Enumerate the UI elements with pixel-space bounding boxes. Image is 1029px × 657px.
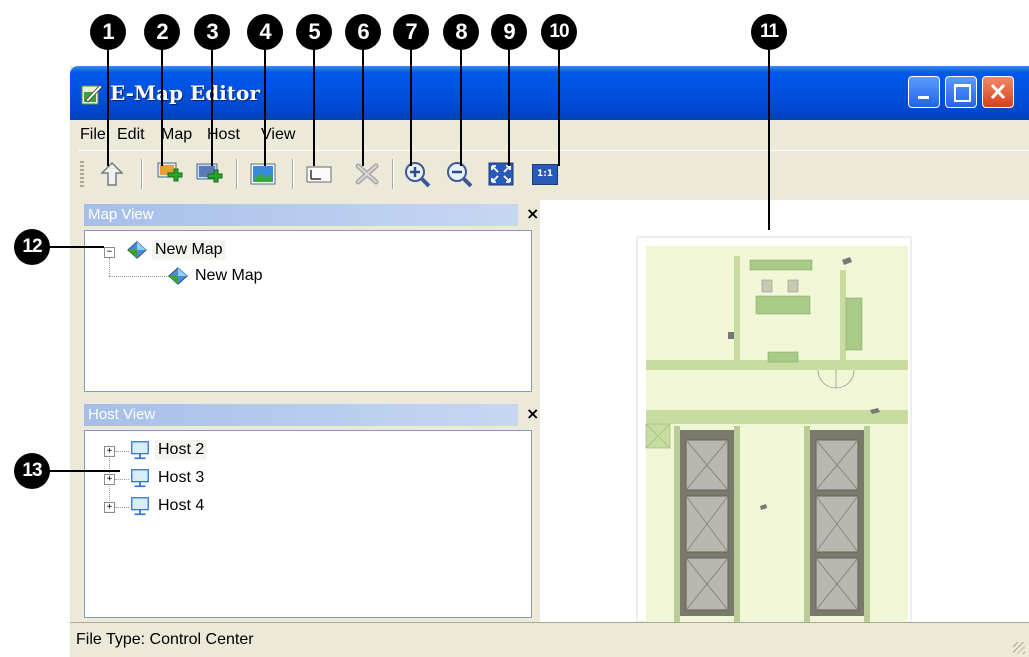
minimize-icon (918, 96, 929, 99)
callout-6: 6 (345, 14, 381, 50)
maximize-button[interactable] (945, 76, 977, 108)
map-display-area[interactable] (540, 200, 1029, 622)
tree-line (115, 507, 129, 508)
tree-item-new-map-child[interactable]: New Map (195, 267, 263, 285)
callout-7: 7 (393, 14, 429, 50)
callout-5: 5 (296, 14, 332, 50)
toolbar-separator (141, 159, 143, 189)
callout-11: 11 (751, 14, 787, 50)
zoom-out-icon[interactable] (444, 159, 474, 189)
emap-editor-window: E-Map Editor File Edit Map Host View 1:1… (70, 66, 1029, 657)
callout-2-line (161, 48, 163, 166)
callout-12-line (48, 246, 104, 248)
callout-1: 1 (90, 14, 126, 50)
status-file-type: File Type: Control Center (76, 631, 254, 648)
menu-bar: File Edit Map Host View (78, 120, 1029, 150)
callout-10: 10 (541, 14, 577, 50)
tree-item-new-map-root[interactable]: New Map (152, 240, 226, 260)
title-bar[interactable]: E-Map Editor (70, 66, 1029, 120)
callout-9-line (508, 48, 510, 166)
callout-2: 2 (144, 14, 180, 50)
host-view-header: Host View (84, 404, 518, 426)
minimize-button[interactable] (908, 76, 940, 108)
map-image-icon[interactable] (248, 159, 278, 189)
callout-4-line (264, 48, 266, 166)
host-view-tree: + Host 2 + Host 3 + Host 4 (84, 430, 532, 618)
close-icon (990, 83, 1006, 100)
tree-expand-toggle[interactable]: + (104, 474, 115, 485)
add-map-icon[interactable] (154, 159, 184, 189)
callout-8: 8 (443, 14, 479, 50)
host-icon (131, 497, 149, 516)
callout-8-line (460, 48, 462, 166)
callout-13: 13 (14, 453, 50, 489)
callout-6-line (362, 48, 364, 166)
maximize-icon (954, 84, 971, 102)
map-node-icon (127, 241, 147, 259)
actual-size-button[interactable]: 1:1 (530, 159, 560, 189)
map-view-tree: − New Map New Map (84, 230, 532, 392)
host-icon (131, 441, 149, 460)
map-view-close-icon[interactable]: × (526, 204, 539, 223)
toolbar: 1:1 (78, 150, 1029, 195)
tree-line (115, 451, 129, 452)
delete-icon[interactable] (352, 159, 382, 189)
callout-7-line (410, 48, 412, 166)
tree-expand-toggle[interactable]: + (104, 502, 115, 513)
tree-line (115, 479, 129, 480)
rename-icon[interactable] (304, 159, 334, 189)
callout-1-line (107, 48, 109, 166)
actual-size-icon: 1:1 (532, 164, 558, 185)
callout-9: 9 (491, 14, 527, 50)
tree-expand-toggle[interactable]: + (104, 446, 115, 457)
map-node-icon (168, 267, 188, 285)
zoom-in-icon[interactable] (402, 159, 432, 189)
menu-file[interactable]: File (80, 126, 106, 144)
callout-13-line (48, 470, 120, 472)
toolbar-grip[interactable] (80, 161, 84, 189)
left-panel: Map View × − New Map New Map Host View × (78, 200, 540, 622)
callout-11-line (768, 48, 770, 230)
up-level-icon[interactable] (97, 159, 127, 189)
callout-10-line (558, 48, 560, 166)
menu-edit[interactable]: Edit (117, 126, 145, 144)
host-icon (131, 469, 149, 488)
menu-view[interactable]: View (261, 126, 295, 144)
toolbar-separator (392, 159, 394, 189)
tree-line (109, 276, 169, 278)
floor-plan-map[interactable] (540, 200, 1029, 622)
resize-grip[interactable] (1013, 642, 1025, 654)
map-view-header: Map View (84, 204, 518, 226)
actual-size-label: 1:1 (536, 169, 554, 179)
callout-12: 12 (14, 229, 50, 265)
tree-line (109, 258, 111, 276)
host-view-close-icon[interactable]: × (526, 404, 539, 423)
callout-3: 3 (194, 14, 230, 50)
fit-to-window-icon[interactable] (486, 159, 516, 189)
toolbar-separator (236, 159, 238, 189)
callout-3-line (211, 48, 213, 166)
callout-5-line (313, 48, 315, 166)
tree-item-host-2[interactable]: Host 2 (155, 440, 208, 460)
toolbar-separator (292, 159, 294, 189)
close-button[interactable] (982, 76, 1014, 108)
status-bar: File Type: Control Center (70, 622, 1029, 657)
callout-4: 4 (247, 14, 283, 50)
tree-collapse-toggle[interactable]: − (104, 247, 115, 258)
tree-item-host-3[interactable]: Host 3 (158, 469, 204, 487)
window-title: E-Map Editor (110, 81, 260, 105)
menu-map[interactable]: Map (161, 126, 192, 144)
emap-editor-icon (81, 84, 103, 105)
tree-item-host-4[interactable]: Host 4 (158, 497, 204, 515)
add-submap-icon[interactable] (194, 159, 224, 189)
